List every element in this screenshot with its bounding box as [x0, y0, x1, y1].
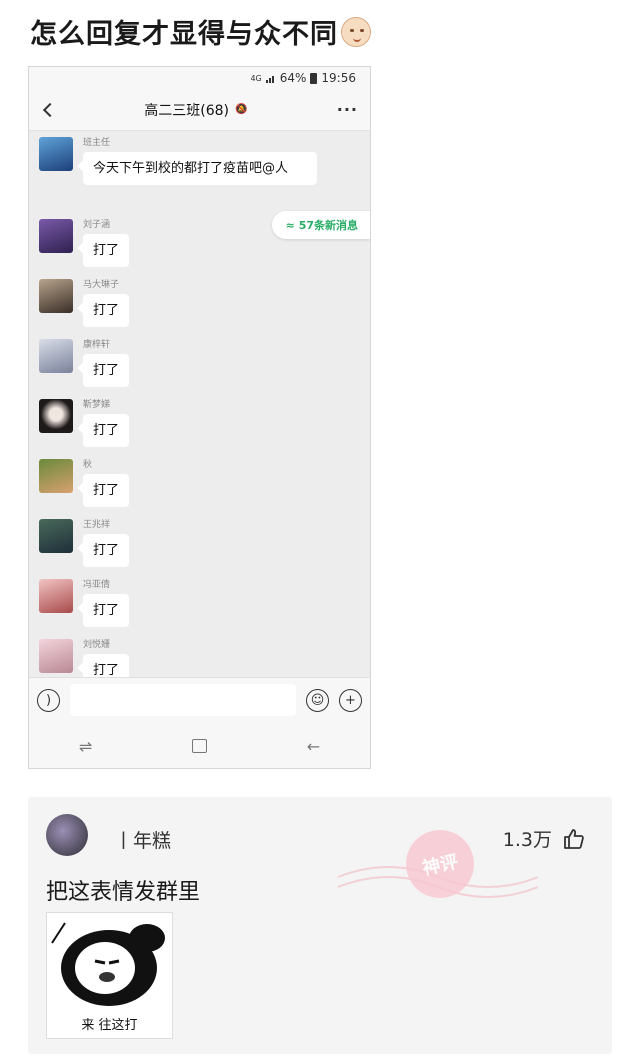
- sender-name: 秋: [83, 460, 93, 470]
- smirk-emoji-icon: [341, 16, 371, 47]
- avatar[interactable]: [39, 399, 73, 433]
- chat-message: 马大琳子 打了: [39, 279, 130, 327]
- message-list: 班主任 今天下午到校的都打了疫苗吧@人 ≈ 57条新消息 刘子涵 打了 马大琳子…: [29, 131, 370, 677]
- sender-name: 王兆祥: [83, 520, 111, 530]
- status-bar: 4G 64% 19:56: [29, 67, 370, 89]
- message-bubble[interactable]: 打了: [83, 294, 130, 327]
- comment-username[interactable]: 丨年糕: [114, 826, 171, 853]
- chat-message: 王兆祥 打了: [39, 519, 130, 567]
- message-bubble[interactable]: 打了: [83, 534, 130, 567]
- sender-name: 刘悦姗: [83, 640, 111, 650]
- chat-message: 冯亚倩 打了: [39, 579, 130, 627]
- more-options-icon[interactable]: ···: [337, 100, 358, 119]
- sender-name: 冯亚倩: [83, 580, 111, 590]
- like-control[interactable]: 1.3万: [503, 825, 586, 852]
- chat-title-text: 高二三班(68): [144, 102, 230, 119]
- chat-message: 刘子涵 打了: [39, 219, 130, 267]
- like-count: 1.3万: [502, 829, 552, 851]
- panda-meme-icon: [51, 922, 165, 1006]
- chat-screenshot: 4G 64% 19:56 高二三班(68) 🔕 ··· 班主任 今天下午到校的都…: [28, 66, 371, 769]
- plus-icon[interactable]: +: [339, 688, 362, 712]
- chat-message: 刘悦姗 打了: [39, 639, 130, 677]
- message-bubble[interactable]: 打了: [83, 234, 130, 267]
- recent-apps-icon[interactable]: ⇌: [79, 737, 92, 756]
- new-messages-count: 57条新消息: [298, 219, 358, 232]
- back-arrow-icon[interactable]: [42, 102, 58, 117]
- avatar[interactable]: [46, 814, 88, 856]
- message-input[interactable]: [70, 684, 296, 716]
- avatar[interactable]: [39, 339, 73, 373]
- sender-name: 靳梦娣: [83, 400, 111, 410]
- network-type: 4G: [250, 73, 262, 83]
- post-title-text: 怎么回复才显得与众不同: [30, 19, 338, 50]
- top-comment-card: 丨年糕 神评 1.3万 把这表情发群里 来 往这打: [28, 797, 612, 1054]
- emoji-icon[interactable]: ☺: [306, 688, 329, 712]
- meme-caption: 来 往这打: [81, 1018, 138, 1033]
- avatar[interactable]: [39, 579, 73, 613]
- sender-name: 马大琳子: [83, 280, 120, 290]
- avatar[interactable]: [39, 639, 73, 673]
- avatar[interactable]: [39, 519, 73, 553]
- avatar[interactable]: [39, 279, 73, 313]
- message-bubble[interactable]: 今天下午到校的都打了疫苗吧@人: [83, 152, 317, 185]
- back-icon[interactable]: ←: [307, 737, 320, 756]
- message-bubble[interactable]: 打了: [83, 354, 130, 387]
- battery-icon: [310, 72, 318, 84]
- chat-message: 靳梦娣 打了: [39, 399, 130, 447]
- battery-percent: 64%: [279, 71, 307, 85]
- status-time: 19:56: [321, 71, 356, 85]
- voice-icon[interactable]: ): [37, 688, 60, 712]
- chat-input-bar: ) ☺ +: [29, 677, 370, 722]
- message-bubble[interactable]: 打了: [83, 594, 130, 627]
- comment-text: 把这表情发群里: [46, 880, 201, 905]
- meme-image[interactable]: 来 往这打: [46, 912, 173, 1039]
- chat-header: 高二三班(68) 🔕 ···: [29, 89, 370, 131]
- new-messages-tip[interactable]: ≈ 57条新消息: [271, 211, 370, 239]
- post-title: 怎么回复才显得与众不同: [30, 12, 371, 51]
- sender-name: 刘子涵: [83, 220, 111, 230]
- avatar[interactable]: [39, 137, 73, 171]
- home-icon[interactable]: [191, 739, 207, 753]
- message-bubble[interactable]: 打了: [83, 474, 130, 507]
- message-bubble[interactable]: 打了: [83, 654, 130, 677]
- signal-icon: [265, 75, 274, 83]
- avatar[interactable]: [39, 459, 73, 493]
- chat-message: 班主任 今天下午到校的都打了疫苗吧@人: [39, 137, 317, 185]
- system-navigation-bar: ⇌ ←: [29, 722, 370, 768]
- avatar[interactable]: [39, 219, 73, 253]
- sender-name: 班主任: [83, 138, 111, 148]
- chat-title: 高二三班(68) 🔕: [144, 100, 247, 120]
- mute-bell-icon: 🔕: [235, 104, 248, 115]
- chat-message: 康梓轩 打了: [39, 339, 130, 387]
- thumbs-up-icon[interactable]: [562, 827, 586, 851]
- chat-message: 秋 打了: [39, 459, 130, 507]
- sender-name: 康梓轩: [83, 340, 111, 350]
- message-bubble[interactable]: 打了: [83, 414, 130, 447]
